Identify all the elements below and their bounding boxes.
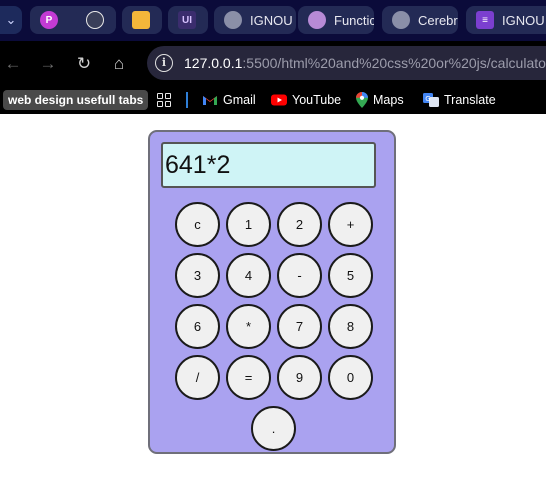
key-plus[interactable]: + bbox=[328, 202, 373, 247]
picsart-icon: P bbox=[40, 11, 58, 29]
key-divide[interactable]: / bbox=[175, 355, 220, 400]
url-text: 127.0.0.1:5500/html%20and%20css%20or%20j… bbox=[184, 55, 546, 71]
key-clear[interactable]: c bbox=[175, 202, 220, 247]
key-equals[interactable]: = bbox=[226, 355, 271, 400]
bookmark-folder[interactable]: web design usefull tabs bbox=[3, 90, 149, 110]
translate-icon: G bbox=[423, 93, 439, 107]
ui-icon: UI bbox=[178, 11, 196, 29]
bookmark-youtube[interactable]: YouTube bbox=[271, 91, 341, 109]
bookmark-translate[interactable]: G Translate bbox=[423, 91, 496, 109]
youtube-icon bbox=[271, 94, 287, 106]
tab-ui[interactable]: UI bbox=[168, 6, 208, 34]
bookmarks-bar: web design usefull tabs Gmail YouTube Ma… bbox=[0, 86, 546, 114]
address-bar[interactable]: i 127.0.0.1:5500/html%20and%20css%20or%2… bbox=[147, 46, 546, 80]
forward-arrow-icon[interactable]: → bbox=[37, 53, 59, 75]
stack-icon bbox=[132, 11, 150, 29]
key-5[interactable]: 5 bbox=[328, 253, 373, 298]
globe-icon bbox=[224, 11, 242, 29]
key-6[interactable]: 6 bbox=[175, 304, 220, 349]
bookmarks-separator bbox=[186, 92, 188, 108]
tab-stack[interactable] bbox=[122, 6, 162, 34]
chatgpt-icon bbox=[86, 11, 104, 29]
tab-strip: ⌄ P UI IGNOU Functic Cerebr ≡ IGNOU bbox=[0, 0, 546, 41]
gmail-icon bbox=[203, 96, 217, 105]
key-3[interactable]: 3 bbox=[175, 253, 220, 298]
tab-cerebras[interactable]: Cerebr bbox=[382, 6, 458, 34]
tab-ignou-2[interactable]: ≡ IGNOU bbox=[466, 6, 546, 34]
key-9[interactable]: 9 bbox=[277, 355, 322, 400]
site-info-icon[interactable]: i bbox=[155, 54, 173, 72]
key-1[interactable]: 1 bbox=[226, 202, 271, 247]
key-0[interactable]: 0 bbox=[328, 355, 373, 400]
key-2[interactable]: 2 bbox=[277, 202, 322, 247]
tab-chatgpt[interactable] bbox=[76, 6, 116, 34]
back-arrow-icon[interactable]: ← bbox=[2, 53, 24, 75]
tab-functions[interactable]: Functic bbox=[298, 6, 374, 34]
key-decimal[interactable]: . bbox=[251, 406, 296, 451]
key-7[interactable]: 7 bbox=[277, 304, 322, 349]
calculator: 641*2 c 1 2 + 3 4 - 5 6 * 7 8 / = 9 0 . bbox=[148, 130, 396, 454]
bookmark-maps[interactable]: Maps bbox=[356, 91, 404, 109]
globe-icon bbox=[392, 11, 410, 29]
apps-grid-icon[interactable] bbox=[157, 93, 171, 107]
reload-icon[interactable]: ↻ bbox=[73, 53, 95, 75]
key-8[interactable]: 8 bbox=[328, 304, 373, 349]
browser-toolbar: ← → ↻ ⌂ i 127.0.0.1:5500/html%20and%20cs… bbox=[0, 41, 546, 86]
key-4[interactable]: 4 bbox=[226, 253, 271, 298]
list-icon: ≡ bbox=[476, 11, 494, 29]
avatar-icon bbox=[308, 11, 326, 29]
maps-icon bbox=[356, 92, 368, 108]
calculator-display[interactable]: 641*2 bbox=[161, 142, 376, 188]
svg-text:G: G bbox=[425, 95, 430, 103]
home-icon[interactable]: ⌂ bbox=[108, 53, 130, 75]
tab-search-chevron-icon[interactable]: ⌄ bbox=[0, 6, 22, 34]
key-multiply[interactable]: * bbox=[226, 304, 271, 349]
bookmark-gmail[interactable]: Gmail bbox=[202, 91, 256, 109]
tab-ignou[interactable]: IGNOU bbox=[214, 6, 296, 34]
key-minus[interactable]: - bbox=[277, 253, 322, 298]
